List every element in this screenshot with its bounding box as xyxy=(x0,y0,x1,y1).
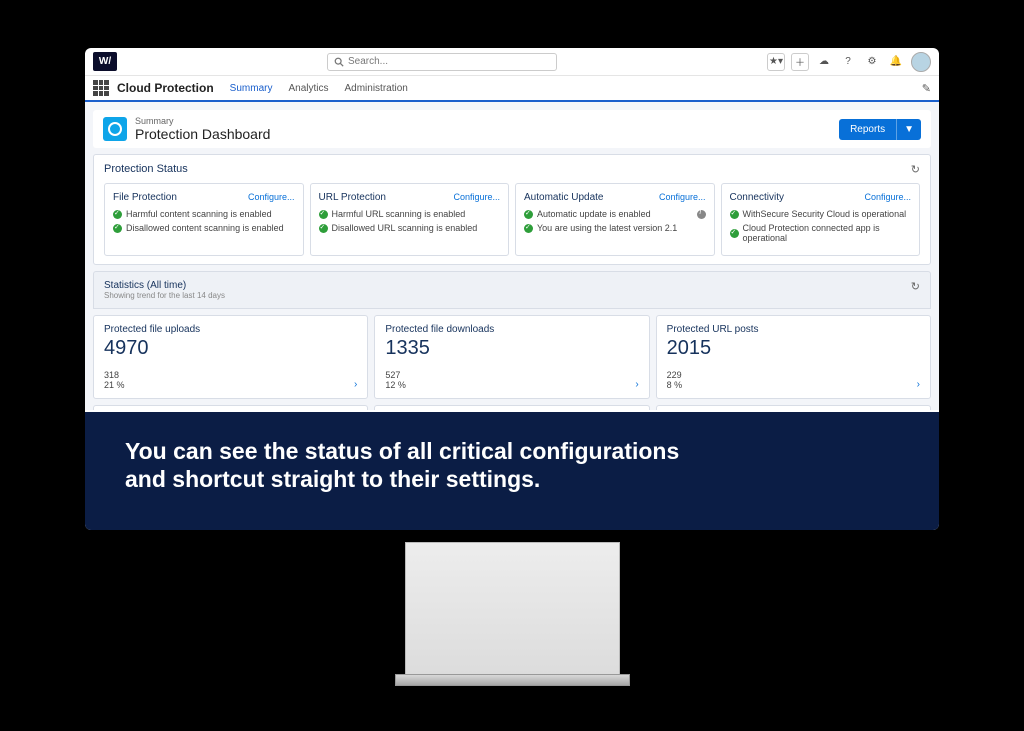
app-title: Cloud Protection xyxy=(117,81,214,95)
reports-dropdown-button[interactable]: ▼ xyxy=(896,119,921,140)
configure-link[interactable]: Configure... xyxy=(864,192,911,202)
info-icon[interactable] xyxy=(697,210,706,219)
configure-link[interactable]: Configure... xyxy=(453,192,500,202)
monitor-screen: W/ Search... ★▾ ＋ ☁ ? ⚙ 🔔 Cloud Protecti… xyxy=(85,48,939,530)
check-icon xyxy=(319,224,328,233)
check-icon xyxy=(113,210,122,219)
stat-card-file-downloads[interactable]: Protected file downloads 1335 52712 % › xyxy=(374,315,649,399)
check-icon xyxy=(730,229,739,238)
app-logo: W/ xyxy=(93,52,117,71)
check-icon xyxy=(730,210,739,219)
favorites-button[interactable]: ★▾ xyxy=(767,53,785,71)
breadcrumb: Summary xyxy=(135,116,270,126)
stat-card-url-posts[interactable]: Protected URL posts 2015 2298 % › xyxy=(656,315,931,399)
configure-link[interactable]: Configure... xyxy=(248,192,295,202)
status-card-url-protection: URL Protection Configure... Harmful URL … xyxy=(310,183,510,256)
chevron-right-icon: › xyxy=(917,379,920,390)
cloud-icon[interactable]: ☁ xyxy=(815,53,833,71)
stat-card-file-uploads[interactable]: Protected file uploads 4970 31821 % › xyxy=(93,315,368,399)
protection-status-panel: Protection Status ↻ File Protection Conf… xyxy=(93,154,931,265)
reports-button[interactable]: Reports xyxy=(839,119,896,140)
check-icon xyxy=(524,224,533,233)
page-title: Protection Dashboard xyxy=(135,126,270,142)
stat-card-users[interactable]: Users 100protected 0unprotected xyxy=(656,405,931,410)
tab-analytics[interactable]: Analytics xyxy=(288,77,328,100)
help-icon[interactable]: ? xyxy=(839,53,857,71)
bell-icon[interactable]: 🔔 xyxy=(887,53,905,71)
status-card-file-protection: File Protection Configure... Harmful con… xyxy=(104,183,304,256)
chevron-right-icon: › xyxy=(354,379,357,390)
refresh-icon[interactable]: ↻ xyxy=(911,163,920,176)
page-header: Summary Protection Dashboard Reports ▼ xyxy=(93,110,931,148)
tab-summary[interactable]: Summary xyxy=(230,77,273,102)
edit-icon[interactable]: ✎ xyxy=(922,82,931,95)
status-card-connectivity: Connectivity Configure... WithSecure Sec… xyxy=(721,183,921,256)
check-icon xyxy=(319,210,328,219)
stat-card-threat-events[interactable]: Threat intelligence events 13175 289 xyxy=(374,405,649,410)
app-launcher-icon[interactable] xyxy=(93,80,109,96)
protection-status-title: Protection Status xyxy=(104,163,920,175)
check-icon xyxy=(113,224,122,233)
search-icon xyxy=(334,57,344,67)
navbar: Cloud Protection Summary Analytics Admin… xyxy=(85,76,939,102)
chevron-right-icon: › xyxy=(635,379,638,390)
monitor-base xyxy=(395,674,630,686)
add-button[interactable]: ＋ xyxy=(791,53,809,71)
dashboard-icon xyxy=(103,117,127,141)
stat-card-url-clicks[interactable]: Protected URL clicks 1775 189 xyxy=(93,405,368,410)
monitor-stand xyxy=(405,542,620,677)
status-card-automatic-update: Automatic Update Configure... Automatic … xyxy=(515,183,715,256)
topbar: W/ Search... ★▾ ＋ ☁ ? ⚙ 🔔 xyxy=(85,48,939,76)
content-area: Summary Protection Dashboard Reports ▼ P… xyxy=(85,102,939,410)
configure-link[interactable]: Configure... xyxy=(659,192,706,202)
global-search-input[interactable]: Search... xyxy=(327,53,557,71)
gear-icon[interactable]: ⚙ xyxy=(863,53,881,71)
info-banner: You can see the status of all critical c… xyxy=(85,412,939,530)
statistics-header: Statistics (All time) Showing trend for … xyxy=(93,271,931,309)
check-icon xyxy=(524,210,533,219)
tab-administration[interactable]: Administration xyxy=(344,77,407,100)
avatar[interactable] xyxy=(911,52,931,72)
refresh-icon[interactable]: ↻ xyxy=(911,280,920,293)
